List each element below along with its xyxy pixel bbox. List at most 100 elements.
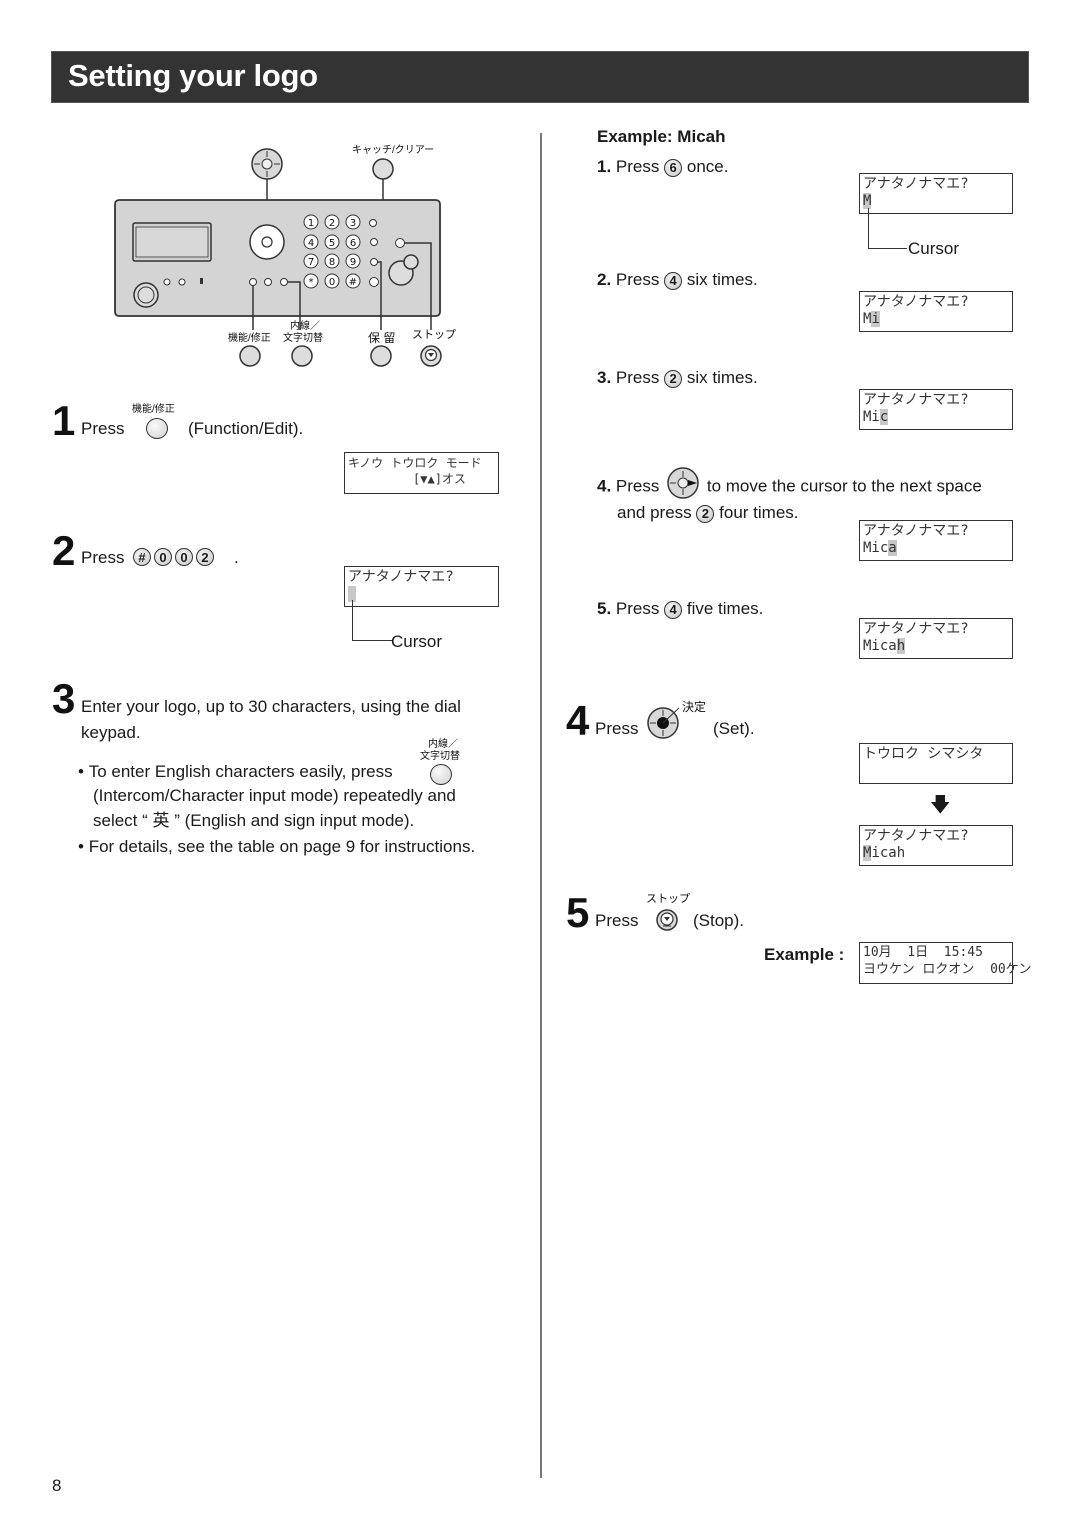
lcd-line: キノウ トウロク モード: [348, 456, 482, 470]
key-2-icon: 2: [196, 548, 214, 566]
step-4-action: (Set).: [713, 719, 755, 738]
step-5-number: 5: [566, 889, 590, 936]
svg-text:6: 6: [350, 238, 356, 249]
function-edit-button-icon: [146, 418, 168, 439]
lcd-cursor: c: [879, 409, 889, 425]
lcd-line: 10月 1日 15:45: [863, 945, 983, 960]
cursor-label: Cursor: [391, 632, 443, 651]
step-4-press: Press: [595, 719, 639, 738]
substep-number: 4.: [597, 476, 612, 496]
lcd-line: アナタノナマエ?: [863, 294, 969, 310]
svg-text:7: 7: [308, 257, 314, 268]
step-5-press: Press: [595, 911, 639, 930]
fax-control-panel-illustration: 1 2 3 4 5 6 7 8 9 * 0 #: [114, 148, 442, 367]
lcd-function-mode: キノウ トウロク モード [▼▲]オス: [344, 452, 499, 494]
step-3-text-line1: Enter your logo, up to 30 characters, us…: [81, 697, 461, 716]
substep-text: six times.: [686, 368, 758, 387]
intercom-button-icon: [430, 764, 452, 785]
catch-clear-label: キャッチ/クリアー: [352, 145, 435, 156]
svg-text:0: 0: [329, 277, 335, 288]
key-2-icon: 2: [664, 369, 683, 388]
lcd-line: アナタノナマエ?: [863, 523, 969, 539]
lcd-substep-2: アナタノナマエ? Mi: [859, 291, 1013, 332]
key-0-icon: 0: [154, 548, 172, 566]
bullet-1-line2: (Intercom/Character input mode) repeated…: [93, 786, 456, 805]
lcd-line: アナタノナマエ?: [863, 176, 969, 192]
page-number: 8: [52, 1476, 62, 1495]
cursor-leader-line: [868, 208, 907, 249]
set-navigator-icon: [647, 707, 680, 739]
example-label: Example :: [764, 945, 845, 964]
lcd-substep-4: アナタノナマエ? Mica: [859, 520, 1013, 561]
substep-text: to move the cursor to the next space: [706, 476, 982, 496]
substep-1: 1. Press 6 once.: [597, 156, 728, 178]
substep-number: 1.: [597, 157, 612, 176]
lcd-cursor: a: [888, 540, 897, 556]
substep-text: five times.: [686, 599, 764, 618]
lcd-line: [▼▲]オス: [348, 472, 466, 486]
step-2-key-sequence: # 0 0 2: [133, 548, 214, 566]
lcd-cursor: i: [871, 311, 880, 327]
substep-text: six times.: [686, 270, 758, 289]
substep-text: and press: [617, 503, 692, 522]
page-title-bar: Setting your logo: [51, 51, 1029, 103]
column-divider: [540, 133, 542, 1478]
key-0-icon: 0: [175, 548, 193, 566]
key-6-icon: 6: [664, 158, 683, 177]
lcd-line: アナタノナマエ?: [863, 392, 969, 408]
substep-press: Press: [615, 157, 660, 176]
svg-text:8: 8: [329, 257, 335, 268]
substep-2: 2. Press 4 six times.: [597, 269, 758, 291]
lcd-registered: トウロク シマシタ: [859, 743, 1013, 784]
lcd-line: アナタノナマエ?: [348, 569, 454, 585]
svg-text:2: 2: [329, 218, 335, 229]
bullet-2-text: For details, see the table on page 9 for…: [88, 837, 476, 856]
cursor-leader-line: [352, 600, 393, 641]
cursor-label: Cursor: [908, 239, 960, 258]
lcd-standby-example: 10月 1日 15:45 ヨウケン ロクオン 00ケン: [859, 942, 1031, 984]
svg-text:9: 9: [350, 257, 356, 268]
arrow-down-icon: 🡇: [930, 794, 951, 816]
example-title: Example: Micah: [597, 127, 726, 146]
svg-text:3: 3: [350, 218, 356, 229]
page-title: Setting your logo: [68, 58, 318, 93]
lcd-line: アナタノナマエ?: [863, 828, 969, 844]
navigator-key-icon: [251, 148, 283, 180]
stop-button-icon: [656, 909, 678, 931]
lcd-typed: Mi: [863, 409, 880, 425]
intercom-key-label-line2: 文字切替: [420, 751, 460, 762]
substep-text: once.: [686, 157, 729, 176]
step-3-number: 3: [52, 675, 76, 722]
intercom-label-line1: 内線／: [290, 321, 320, 332]
lcd-line: アナタノナマエ?: [863, 621, 969, 637]
substep-number: 2.: [597, 270, 612, 289]
step-4-number: 4: [566, 697, 590, 744]
hold-label: 保 留: [368, 331, 396, 345]
lcd-cursor: h: [896, 638, 906, 654]
svg-text:*: *: [309, 277, 314, 288]
step-1-press: Press: [81, 419, 125, 438]
step-2-press: Press: [81, 548, 125, 567]
substep-press: Press: [615, 599, 660, 618]
lcd-line: ヨウケン ロクオン 00ケン: [863, 962, 1032, 977]
navigator-right-icon: [667, 467, 699, 499]
substep-text: four times.: [719, 503, 799, 522]
set-key-label: 決定: [682, 700, 707, 714]
substep-press: Press: [615, 270, 660, 289]
step-1-key-label: 機能/修正: [132, 404, 175, 415]
substep-4: 4. Press to move the cursor to the next …: [597, 467, 982, 499]
intercom-label-line2: 文字切替: [283, 333, 323, 344]
substep-number: 5.: [597, 599, 612, 618]
step-1-action: (Function/Edit).: [188, 419, 304, 438]
lcd-typed: Mic: [863, 540, 889, 556]
substep-5: 5. Press 4 five times.: [597, 598, 763, 620]
lcd-substep-5: アナタノナマエ? Micah: [859, 618, 1013, 659]
substep-press: Press: [615, 368, 660, 387]
lcd-final-name: アナタノナマエ? Micah: [859, 825, 1013, 866]
stop-key-label: ストップ: [646, 893, 690, 905]
lcd-cursor: M: [863, 193, 872, 209]
bullet-2: • For details, see the table on page 9 f…: [78, 837, 476, 856]
key-4-icon: 4: [664, 600, 683, 619]
stop-label: ストップ: [412, 329, 456, 341]
substep-3: 3. Press 2 six times.: [597, 367, 758, 389]
